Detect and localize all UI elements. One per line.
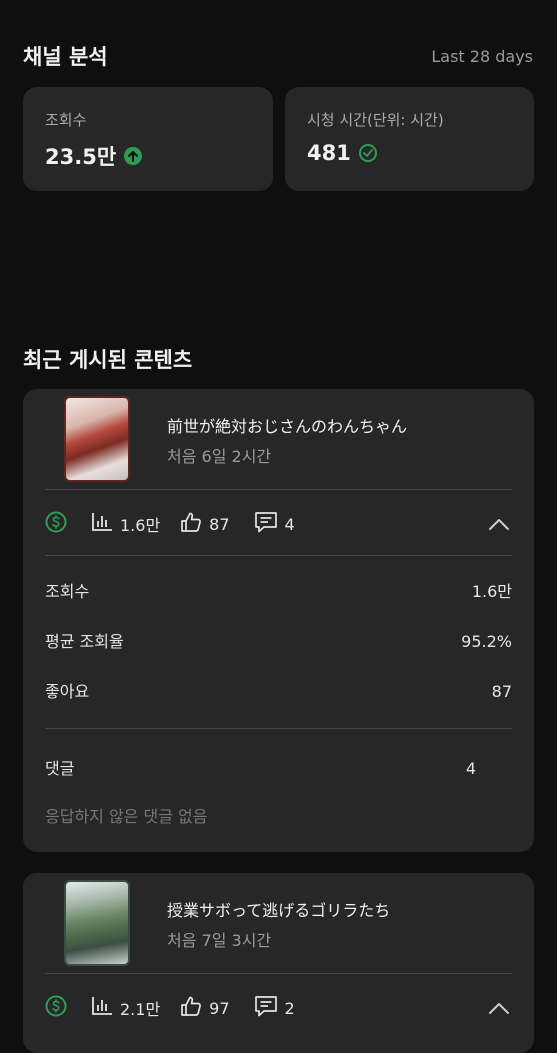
chevron-up-icon[interactable] bbox=[486, 511, 512, 537]
thumbs-up-icon bbox=[180, 995, 202, 1021]
watch-time-stat-card[interactable]: 시청 시간(단위: 시간) 481 bbox=[285, 87, 534, 191]
comment-icon bbox=[254, 511, 278, 537]
bar-chart-icon bbox=[91, 996, 113, 1020]
detail-likes-value: 87 bbox=[491, 682, 512, 701]
video-age: 처음 7일 3시간 bbox=[167, 931, 272, 950]
thumbs-up-icon bbox=[180, 511, 202, 537]
views-value: 23.5만 bbox=[45, 145, 117, 169]
dollar-icon bbox=[45, 995, 67, 1021]
detail-comments-label: 댓글 bbox=[45, 759, 75, 778]
content-card[interactable]: 授業サボって逃げるゴリラたち 처음 7일 3시간 2.1만 97 2 bbox=[23, 873, 534, 1053]
arrow-up-icon bbox=[124, 147, 143, 165]
content-card[interactable]: 前世が絶対おじさんのわんちゃん 처음 6일 2시간 1.6만 87 4 조회수 … bbox=[23, 389, 534, 852]
likes-count: 97 bbox=[209, 998, 230, 1018]
detail-views-row: 조회수 1.6만 bbox=[45, 578, 512, 606]
video-thumbnail[interactable] bbox=[66, 398, 128, 480]
detail-views-value: 1.6만 bbox=[471, 582, 512, 601]
video-age: 처음 6일 2시간 bbox=[167, 447, 272, 466]
views-stat: 1.6만 bbox=[91, 512, 160, 536]
check-circle-icon bbox=[358, 144, 377, 162]
comments-stat: 2 bbox=[254, 995, 295, 1021]
detail-avg-label: 평균 조회율 bbox=[45, 632, 124, 651]
views-stat-card[interactable]: 조회수 23.5만 bbox=[23, 87, 273, 191]
monetization-status bbox=[45, 511, 67, 537]
detail-likes-label: 좋아요 bbox=[45, 682, 90, 701]
video-title[interactable]: 前世が絶対おじさんのわんちゃん bbox=[167, 413, 407, 437]
dollar-icon bbox=[45, 511, 67, 537]
comments-count: 4 bbox=[284, 514, 295, 534]
analytics-header: 채널 분석 Last 28 days bbox=[23, 40, 533, 74]
comment-icon bbox=[254, 995, 278, 1021]
divider bbox=[45, 555, 512, 556]
video-stats-row: 2.1만 97 2 bbox=[45, 993, 512, 1023]
bar-chart-icon bbox=[91, 512, 113, 536]
page-title: 채널 분석 bbox=[23, 45, 108, 69]
video-title[interactable]: 授業サボって逃げるゴリラたち bbox=[167, 897, 390, 921]
likes-stat: 87 bbox=[180, 511, 230, 537]
comments-stat: 4 bbox=[254, 511, 295, 537]
chevron-up-icon[interactable] bbox=[486, 995, 512, 1021]
detail-avg-value: 95.2% bbox=[461, 632, 512, 651]
detail-comments-row[interactable]: 댓글 4 bbox=[45, 755, 512, 783]
recent-content-title: 최근 게시된 콘텐츠 bbox=[23, 348, 193, 372]
detail-views-label: 조회수 bbox=[45, 582, 90, 601]
watch-time-value: 481 bbox=[307, 141, 351, 165]
likes-stat: 97 bbox=[180, 995, 230, 1021]
watch-time-label: 시청 시간(단위: 시간) bbox=[307, 111, 444, 129]
detail-avg-row: 평균 조회율 95.2% bbox=[45, 628, 512, 656]
detail-comments-value: 4 bbox=[465, 759, 476, 778]
views-count: 2.1만 bbox=[120, 1000, 161, 1019]
period-selector[interactable]: Last 28 days bbox=[431, 40, 533, 74]
views-count: 1.6만 bbox=[120, 516, 161, 535]
views-label: 조회수 bbox=[45, 111, 87, 129]
likes-count: 87 bbox=[209, 514, 230, 534]
video-stats-row: 1.6만 87 4 bbox=[45, 509, 512, 539]
comments-count: 2 bbox=[284, 998, 295, 1018]
views-stat: 2.1만 bbox=[91, 996, 160, 1020]
divider bbox=[45, 489, 512, 490]
monetization-status bbox=[45, 995, 67, 1021]
reply-status: 응답하지 않은 댓글 없음 bbox=[45, 807, 208, 826]
divider bbox=[45, 973, 512, 974]
detail-likes-row: 좋아요 87 bbox=[45, 678, 512, 706]
divider bbox=[45, 728, 512, 729]
video-thumbnail[interactable] bbox=[66, 882, 128, 964]
